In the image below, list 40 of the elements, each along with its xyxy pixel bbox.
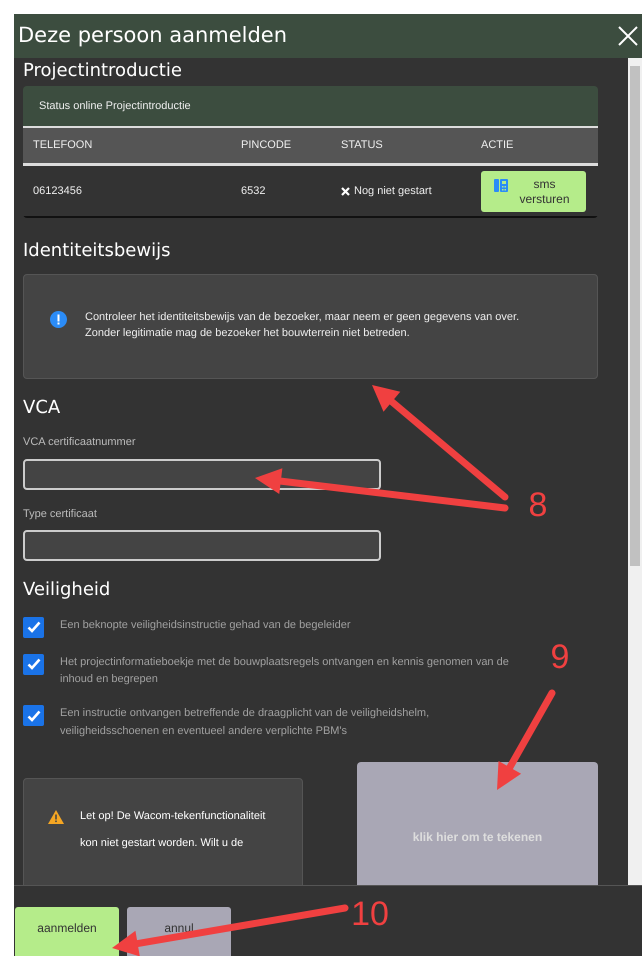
- annotation-number: 8: [528, 486, 548, 524]
- dialog-title: Deze persoon aanmelden: [18, 22, 288, 50]
- field-label: Type certificaat: [23, 506, 98, 522]
- section-heading: Veiligheid: [23, 579, 112, 601]
- sms-button[interactable]: sms versturen: [481, 170, 586, 212]
- checkbox-label: Het projectinformatieboekje met de bouwplaatsregels ontvangen en kennis genomen van de inhoud en begrepen: [60, 654, 510, 688]
- section-heading: Identiteitsbewijs: [23, 240, 172, 262]
- checkbox[interactable]: [23, 616, 44, 638]
- table-cell-text: 06123456: [33, 184, 83, 199]
- notice-text: Controleer het identiteitsbewijs van de bezoeker, maar neem er geen gegevens van over.: [85, 310, 520, 325]
- footer-button[interactable]: aanmelden: [15, 907, 119, 956]
- info-icon: [50, 310, 67, 328]
- field-label: VCA certificaatnummer: [23, 435, 136, 450]
- warning-text: Let op! De Wacom-tekenfunctionaliteit kon niet gestart worden. Wilt u de: [80, 809, 266, 851]
- annotation-number: 10: [351, 895, 389, 933]
- card-title: Status online Projectintroductie: [23, 86, 598, 128]
- cross-icon: [341, 186, 350, 196]
- checkbox-label: Een beknopte veiligheidsinstructie gehad van de begeleider: [60, 618, 350, 633]
- input-field[interactable]: [23, 530, 381, 562]
- section-heading: VCA: [23, 396, 62, 418]
- checkbox[interactable]: [23, 654, 44, 675]
- notice-text: Zonder legitimatie mag de bezoeker het bouwterrein niet betreden.: [85, 326, 411, 342]
- phone-icon: [492, 176, 508, 192]
- column-header: TELEFOON: [33, 138, 94, 154]
- table-cell-text: 6532: [241, 184, 266, 199]
- checkmark-icon: [26, 621, 40, 634]
- checkbox[interactable]: [23, 705, 44, 726]
- checkbox-label: Een instructie ontvangen betreffende de draagplicht van de veiligheidshelm, veiligheidsschoenen en eventueel andere verplichte PBM's: [60, 706, 430, 739]
- close-icon[interactable]: [618, 26, 638, 46]
- checkmark-icon: [26, 710, 40, 722]
- input-field[interactable]: [23, 458, 381, 490]
- column-header: ACTIE: [481, 138, 514, 154]
- status-text: Nog niet gestart: [354, 184, 432, 199]
- column-header: PINCODE: [241, 138, 292, 154]
- annotation-number: 9: [550, 638, 570, 676]
- column-header: STATUS: [341, 138, 384, 154]
- section-heading: Projectintroductie: [23, 60, 183, 82]
- checkmark-icon: [26, 658, 40, 670]
- warning-icon: [48, 810, 64, 824]
- scrollbar-thumb[interactable]: [630, 66, 640, 566]
